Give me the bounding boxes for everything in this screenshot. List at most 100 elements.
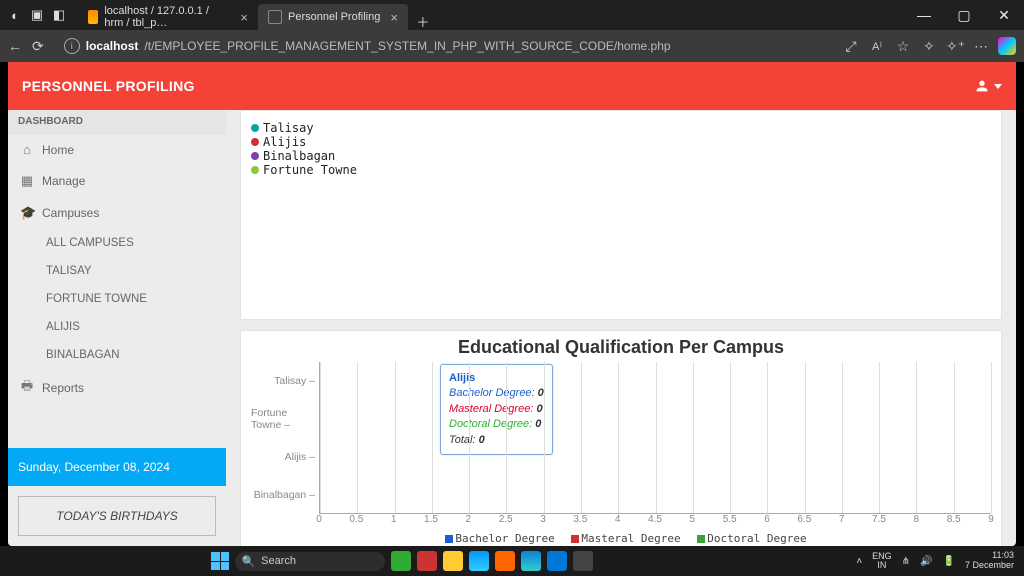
taskbar-xampp-icon[interactable]: [495, 551, 515, 571]
legend-square-icon: [697, 535, 705, 543]
browser-address-bar: ← ⟳ i localhost/t/EMPLOYEE_PROFILE_MANAG…: [0, 30, 1024, 62]
x-tick-label: 6.5: [797, 514, 811, 525]
nav-label: ALIJIS: [46, 321, 80, 333]
phpmyadmin-favicon-icon: [88, 10, 98, 24]
caret-down-icon: [994, 84, 1002, 89]
browser-tab-phpmyadmin[interactable]: localhost / 127.0.0.1 / hrm / tbl_p… ×: [78, 4, 258, 30]
read-aloud-icon[interactable]: A⁾: [868, 40, 886, 53]
nav-manage[interactable]: ▦Manage: [8, 165, 226, 197]
chart-plot[interactable]: Talisay –Fortune Towne –Alijis –Binalbag…: [251, 362, 991, 514]
legend-item-binalbagan[interactable]: Binalbagan: [251, 149, 991, 163]
language-indicator[interactable]: ENGIN: [872, 552, 892, 570]
tooltip-bachelor-label: Bachelor Degree:: [449, 387, 535, 399]
close-icon[interactable]: ×: [240, 10, 248, 25]
extensions-icon[interactable]: ✧: [920, 38, 938, 55]
back-button[interactable]: ←: [8, 38, 22, 54]
nav-reports[interactable]: 🖶Reports: [8, 369, 226, 407]
more-icon[interactable]: ⋯: [972, 38, 990, 55]
chart-title: Educational Qualification Per Campus: [251, 337, 991, 358]
browser-tab-personnel[interactable]: Personnel Profiling ×: [258, 4, 408, 30]
url-host: localhost: [86, 39, 139, 53]
nav-label: ALL CAMPUSES: [46, 237, 134, 249]
sidebar-section-header: DASHBOARD: [8, 110, 226, 134]
chart-panel: Educational Qualification Per Campus Tal…: [240, 330, 1002, 546]
x-tick-label: 7: [839, 514, 845, 525]
nav-home[interactable]: ⌂ Home: [8, 134, 226, 165]
date-banner: Sunday, December 08, 2024: [8, 448, 226, 486]
user-icon: [974, 78, 990, 94]
taskbar-vscode-icon[interactable]: [547, 551, 567, 571]
taskbar-browser-icon[interactable]: [469, 551, 489, 571]
copilot-icon[interactable]: [998, 37, 1016, 55]
tab-title: localhost / 127.0.0.1 / hrm / tbl_p…: [104, 5, 230, 29]
nav-campus-fortune[interactable]: FORTUNE TOWNE: [8, 285, 226, 313]
page-viewport: PERSONNEL PROFILING DASHBOARD ⌂Home ▦Man…: [8, 62, 1016, 546]
x-tick-label: 1: [391, 514, 397, 525]
nav-label: Home: [42, 143, 74, 157]
x-tick-label: 5.5: [723, 514, 737, 525]
taskbar-app-icon[interactable]: [573, 551, 593, 571]
taskbar-edge-icon[interactable]: [521, 551, 541, 571]
refresh-button[interactable]: ⟳: [32, 38, 44, 55]
legend-dot-icon: [251, 166, 259, 174]
maximize-button[interactable]: ▢: [944, 0, 984, 30]
chart-series-legend: Bachelor Degree Masteral Degree Doctoral…: [251, 532, 991, 545]
chart-tooltip: Alijis Bachelor Degree: 0 Masteral Degre…: [440, 364, 553, 455]
legend-item-fortune[interactable]: Fortune Towne: [251, 163, 991, 177]
legend-item-alijis[interactable]: Alijis: [251, 135, 991, 149]
x-tick-label: 4: [615, 514, 621, 525]
legend-dot-icon: [251, 124, 259, 132]
wifi-icon[interactable]: ⋔: [902, 556, 910, 567]
sidebar: DASHBOARD ⌂ Home ▦Manage 🎓Campuses ALL CA…: [8, 110, 226, 546]
user-menu[interactable]: [974, 78, 1002, 94]
birthdays-label: TODAY'S BIRTHDAYS: [56, 509, 177, 523]
legend-square-icon: [571, 535, 579, 543]
nav-campus-talisay[interactable]: TALISAY: [8, 257, 226, 285]
minimize-button[interactable]: ―: [904, 0, 944, 30]
tray-chevron-icon[interactable]: ˄: [856, 556, 862, 567]
site-info-icon[interactable]: i: [64, 38, 80, 54]
legend-bachelor: Bachelor Degree: [455, 532, 554, 545]
new-tab-button[interactable]: ＋: [414, 12, 432, 30]
battery-icon[interactable]: 🔋: [943, 556, 955, 567]
search-icon: 🔍: [241, 555, 255, 568]
profile-icon[interactable]: ◐: [6, 6, 24, 24]
nav-campus-binalbagan[interactable]: BINALBAGAN: [8, 341, 226, 369]
favorite-icon[interactable]: ☆: [894, 38, 912, 55]
x-tick-label: 8.5: [947, 514, 961, 525]
nav-campuses[interactable]: 🎓Campuses: [8, 197, 226, 229]
clock[interactable]: 11:037 December: [965, 551, 1014, 571]
collections-icon[interactable]: ✧⁺: [946, 38, 964, 55]
nav-label: Manage: [42, 174, 85, 188]
sidebar-toggle-icon[interactable]: ◧: [50, 6, 68, 24]
nav-label: Campuses: [42, 206, 99, 220]
tooltip-doctoral-value: 0: [535, 418, 541, 430]
nav-campus-all[interactable]: ALL CAMPUSES: [8, 229, 226, 257]
x-tick-label: 3: [540, 514, 546, 525]
tooltip-total-label: Total:: [449, 434, 476, 446]
taskbar-search[interactable]: 🔍Search: [235, 552, 385, 571]
birthdays-panel[interactable]: TODAY'S BIRTHDAYS: [18, 496, 216, 536]
nav-campus-alijis[interactable]: ALIJIS: [8, 313, 226, 341]
home-icon: ⌂: [20, 142, 34, 157]
url-path: /t/EMPLOYEE_PROFILE_MANAGEMENT_SYSTEM_IN…: [144, 39, 670, 53]
x-tick-label: 8: [914, 514, 920, 525]
x-tick-label: 2: [466, 514, 472, 525]
tooltip-masteral-label: Masteral Degree:: [449, 403, 533, 415]
x-tick-label: 5: [690, 514, 696, 525]
y-category-label: Binalbagan –: [254, 489, 315, 501]
volume-icon[interactable]: 🔊: [920, 556, 932, 567]
start-button[interactable]: [211, 552, 229, 570]
workspaces-icon[interactable]: ▣: [28, 6, 46, 24]
close-window-button[interactable]: ✕: [984, 0, 1024, 30]
chart-legend-panel: Talisay Alijis Binalbagan Fortune Towne: [240, 110, 1002, 320]
taskbar-app-icon[interactable]: [417, 551, 437, 571]
legend-square-icon: [445, 535, 453, 543]
tooltip-title: Alijis: [449, 371, 544, 386]
close-icon[interactable]: ×: [390, 10, 398, 25]
taskbar-explorer-icon[interactable]: [443, 551, 463, 571]
taskbar-app-icon[interactable]: [391, 551, 411, 571]
url-box[interactable]: i localhost/t/EMPLOYEE_PROFILE_MANAGEMEN…: [54, 36, 832, 56]
legend-item-talisay[interactable]: Talisay: [251, 121, 991, 135]
zoom-icon[interactable]: ⤢: [842, 38, 860, 55]
